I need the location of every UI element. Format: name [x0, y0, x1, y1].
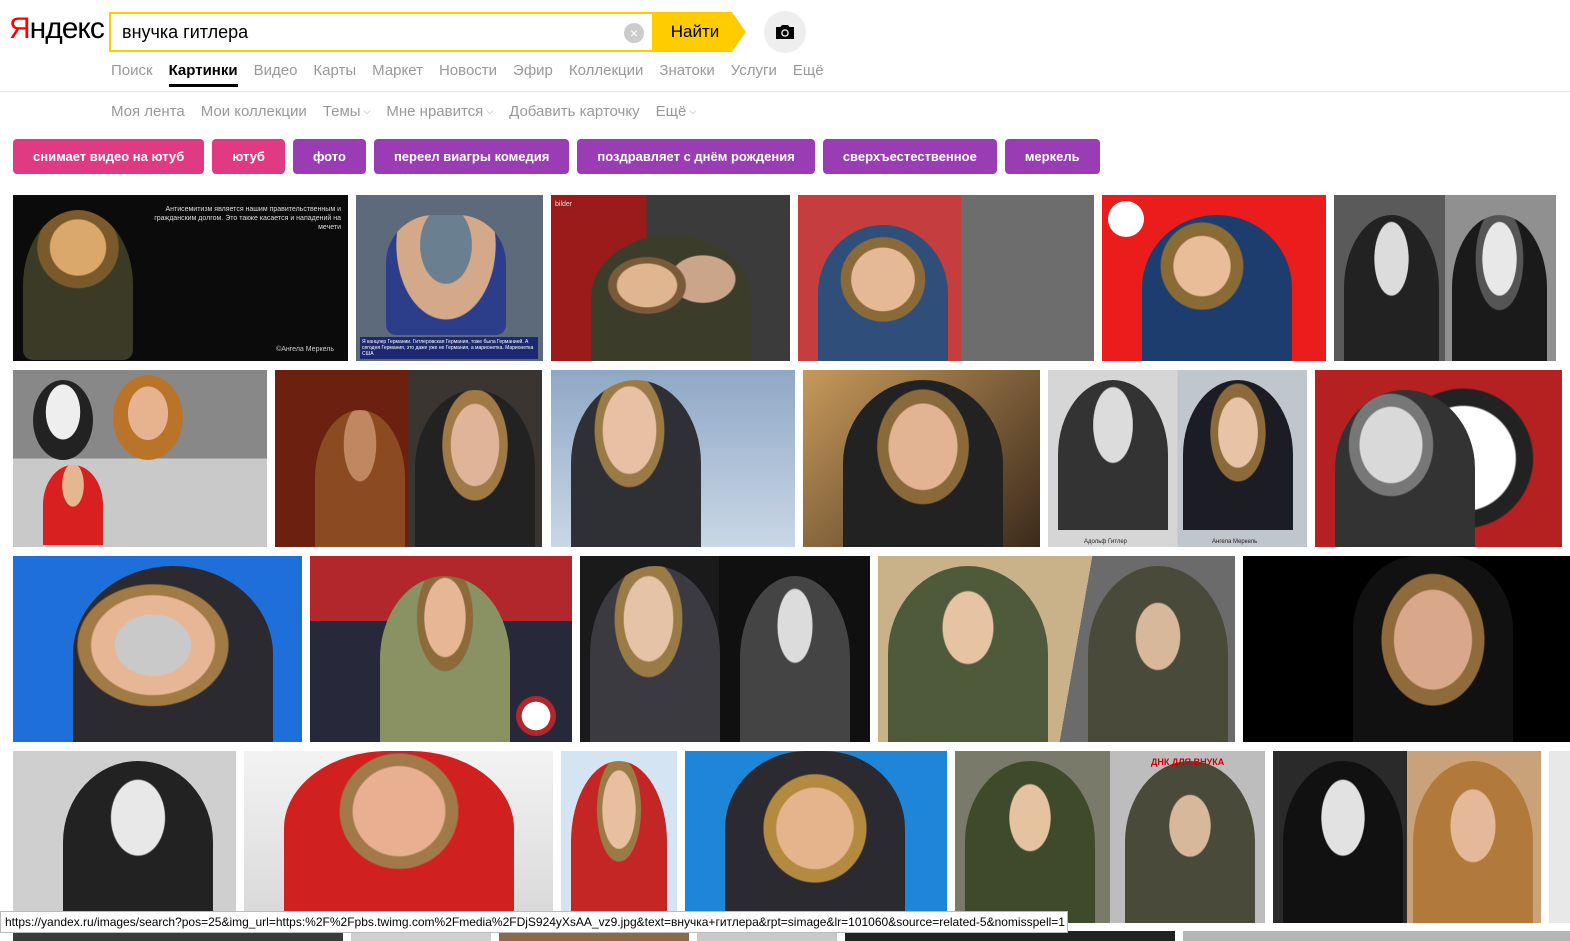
portrait-figure — [386, 215, 506, 335]
watermark-text: bilder — [555, 201, 573, 208]
portrait-figure — [1452, 215, 1547, 361]
portrait-figure — [43, 465, 103, 545]
caption-left: Адольф Гитлер — [1084, 539, 1127, 545]
image-result[interactable] — [1273, 751, 1541, 923]
image-result[interactable]: bilder — [551, 195, 790, 361]
portrait-figure — [1142, 215, 1292, 361]
image-result[interactable] — [1315, 370, 1562, 547]
image-result[interactable] — [310, 556, 572, 742]
image-result[interactable] — [685, 751, 947, 923]
image-result[interactable] — [13, 751, 236, 923]
image-result[interactable]: Антисемитизм является нашим правительств… — [13, 195, 348, 361]
portrait-figure — [63, 761, 213, 923]
image-result[interactable] — [1243, 556, 1570, 742]
portrait-figure — [818, 225, 948, 361]
portrait-figure — [315, 410, 405, 547]
image-result[interactable] — [1102, 195, 1326, 361]
caption-right: Ангела Меркель — [1212, 539, 1258, 545]
portrait-figure — [740, 576, 850, 742]
portrait-figure — [380, 576, 510, 742]
portrait-figure — [1344, 215, 1439, 361]
image-result[interactable] — [1183, 931, 1570, 941]
portrait-figure — [1125, 761, 1255, 923]
portrait-figure — [571, 380, 701, 547]
portrait-figure — [415, 390, 535, 547]
quote-text: Антисемитизм является нашим правительств… — [154, 206, 341, 231]
image-result[interactable] — [1334, 195, 1556, 361]
image-result[interactable] — [561, 751, 677, 923]
portrait-figure — [1088, 566, 1228, 742]
image-result[interactable] — [551, 370, 795, 547]
image-result[interactable] — [13, 370, 267, 547]
portrait-figure — [571, 761, 667, 923]
image-result[interactable] — [244, 751, 553, 923]
quote-signature: ©Ангела Меркель — [276, 346, 334, 353]
portrait-figure — [1183, 380, 1293, 530]
image-result[interactable] — [13, 556, 302, 742]
image-result[interactable]: Адольф Гитлер Ангела Меркель — [1048, 370, 1307, 547]
portrait-figure — [1283, 761, 1403, 923]
swastika-flag-icon — [1108, 201, 1144, 237]
image-result[interactable] — [803, 370, 1040, 547]
portrait-figure — [1058, 380, 1168, 530]
euro-armband-icon — [516, 696, 556, 736]
portrait-figure — [33, 380, 93, 460]
browser-status-url: https://yandex.ru/images/search?pos=25&i… — [0, 911, 1068, 933]
portrait-figure — [113, 375, 183, 460]
image-result[interactable] — [1549, 751, 1570, 923]
portrait-figure — [591, 235, 751, 361]
image-result[interactable] — [878, 556, 1235, 742]
image-result[interactable]: Я канцлер Германии. Гитлеровская Германи… — [356, 195, 543, 361]
portrait-figure — [1353, 556, 1513, 742]
portrait-figure — [1335, 390, 1475, 547]
portrait-figure — [725, 751, 905, 923]
image-result[interactable] — [275, 370, 542, 547]
image-result[interactable] — [580, 556, 870, 742]
caption-text: ДНК ДЛЯ ВНУКА — [1151, 757, 1225, 767]
portrait-figure — [1413, 761, 1533, 923]
portrait-figure — [888, 566, 1048, 742]
portrait-figure — [73, 566, 273, 742]
portrait-figure — [23, 210, 133, 360]
portrait-figure — [590, 566, 720, 742]
image-results-grid: Антисемитизм является нашим правительств… — [0, 0, 1570, 941]
quote-text: Я канцлер Германии. Гитлеровская Германи… — [360, 337, 538, 359]
image-result[interactable]: ДНК ДЛЯ ВНУКА — [955, 751, 1265, 923]
portrait-figure — [284, 751, 514, 923]
portrait-figure — [965, 761, 1095, 923]
image-result[interactable] — [798, 195, 1094, 361]
portrait-figure — [843, 380, 1003, 547]
